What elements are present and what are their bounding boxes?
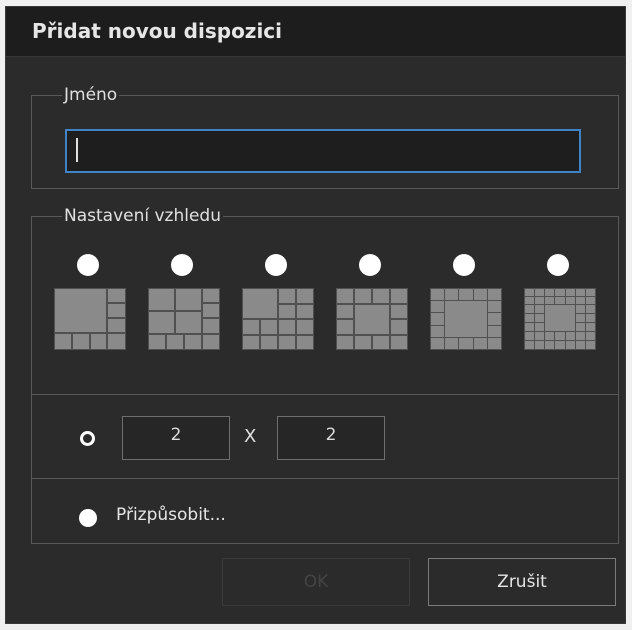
dialog-titlebar: Přidat novou dispozici [6, 7, 625, 57]
ok-button[interactable]: OK [222, 558, 410, 606]
customize-radio[interactable] [79, 509, 97, 527]
customize-label[interactable]: Přizpůsobit... [116, 505, 226, 525]
dialog-title: Přidat novou dispozici [32, 19, 283, 43]
layout-1-plus-16-icon [336, 288, 408, 350]
appearance-settings-group: Nastavení vzhledu 2 X 2 Přizpůsobit... [31, 206, 619, 544]
section-divider [32, 478, 618, 479]
add-layout-dialog: Přidat novou dispozici Jméno Nastavení v… [5, 6, 626, 624]
radio-dot-icon[interactable] [359, 254, 381, 276]
layout-1-plus-20-icon [430, 288, 502, 350]
name-group: Jméno [31, 85, 619, 189]
section-divider [32, 394, 618, 395]
layout-option-5[interactable] [428, 254, 504, 364]
layout-option-6[interactable] [522, 254, 598, 364]
cancel-button[interactable]: Zrušit [428, 558, 616, 606]
name-legend: Jméno [64, 85, 118, 105]
layout-option-2[interactable] [146, 254, 222, 364]
radio-dot-icon[interactable] [453, 254, 475, 276]
layout-1-plus-12-icon [242, 288, 314, 350]
rows-input[interactable]: 2 [277, 416, 385, 460]
columns-input[interactable]: 2 [122, 416, 230, 460]
radio-dot-icon[interactable] [171, 254, 193, 276]
name-input[interactable] [65, 129, 581, 173]
layout-option-1[interactable] [52, 254, 128, 364]
layout-1-plus-32-icon [524, 288, 596, 350]
text-caret [76, 138, 78, 162]
layout-option-3[interactable] [240, 254, 316, 364]
layout-2x2-plus-8-icon [148, 288, 220, 350]
radio-dot-icon[interactable] [77, 254, 99, 276]
custom-grid-radio[interactable] [80, 431, 95, 446]
layout-option-4[interactable] [334, 254, 410, 364]
radio-dot-icon[interactable] [547, 254, 569, 276]
grid-separator-label: X [244, 426, 257, 447]
layout-1-plus-7-icon [54, 288, 126, 350]
radio-dot-icon[interactable] [265, 254, 287, 276]
appearance-legend: Nastavení vzhledu [64, 206, 222, 226]
